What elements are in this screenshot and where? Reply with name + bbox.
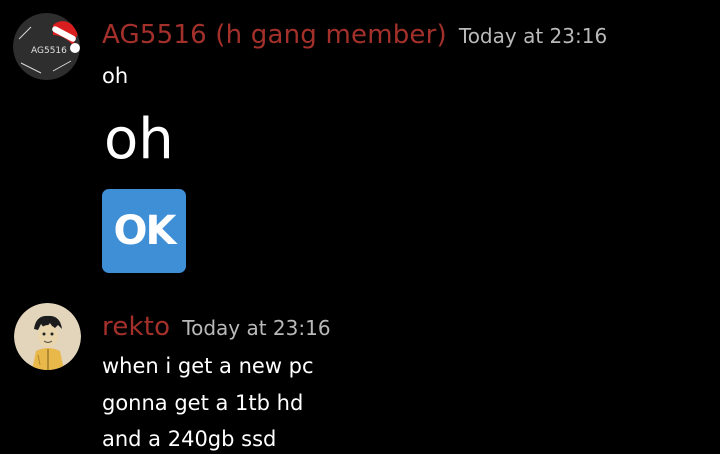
message-text: when i get a new pc — [102, 354, 314, 378]
message-text: oh — [102, 64, 129, 88]
avatar[interactable] — [14, 303, 81, 370]
avatar[interactable]: AG5516 — [13, 13, 80, 80]
message-header: AG5516 (h gang member) Today at 23:16 — [102, 20, 607, 50]
chat-messages: AG5516 AG5516 (h gang member) Today at 2… — [0, 0, 720, 454]
username[interactable]: AG5516 (h gang member) — [102, 20, 447, 50]
message-text: and a 240gb ssd — [102, 427, 277, 451]
message-group-ag5516: AG5516 AG5516 (h gang member) Today at 2… — [0, 0, 720, 290]
message-group-rekto: rekto Today at 23:16 when i get a new pc… — [0, 290, 720, 454]
username[interactable]: rekto — [102, 312, 170, 342]
jumbo-message-text: oh — [104, 107, 174, 172]
avatar-image: AG5516 — [13, 13, 80, 80]
avatar-image — [14, 303, 81, 370]
ok-emoji-label: OK — [113, 208, 177, 254]
message-header: rekto Today at 23:16 — [102, 312, 331, 342]
message-text: gonna get a 1tb hd — [102, 391, 304, 415]
timestamp[interactable]: Today at 23:16 — [459, 24, 607, 48]
ok-button-emoji-icon: OK — [102, 189, 186, 273]
avatar-label: AG5516 — [31, 46, 67, 56]
timestamp[interactable]: Today at 23:16 — [182, 316, 330, 340]
